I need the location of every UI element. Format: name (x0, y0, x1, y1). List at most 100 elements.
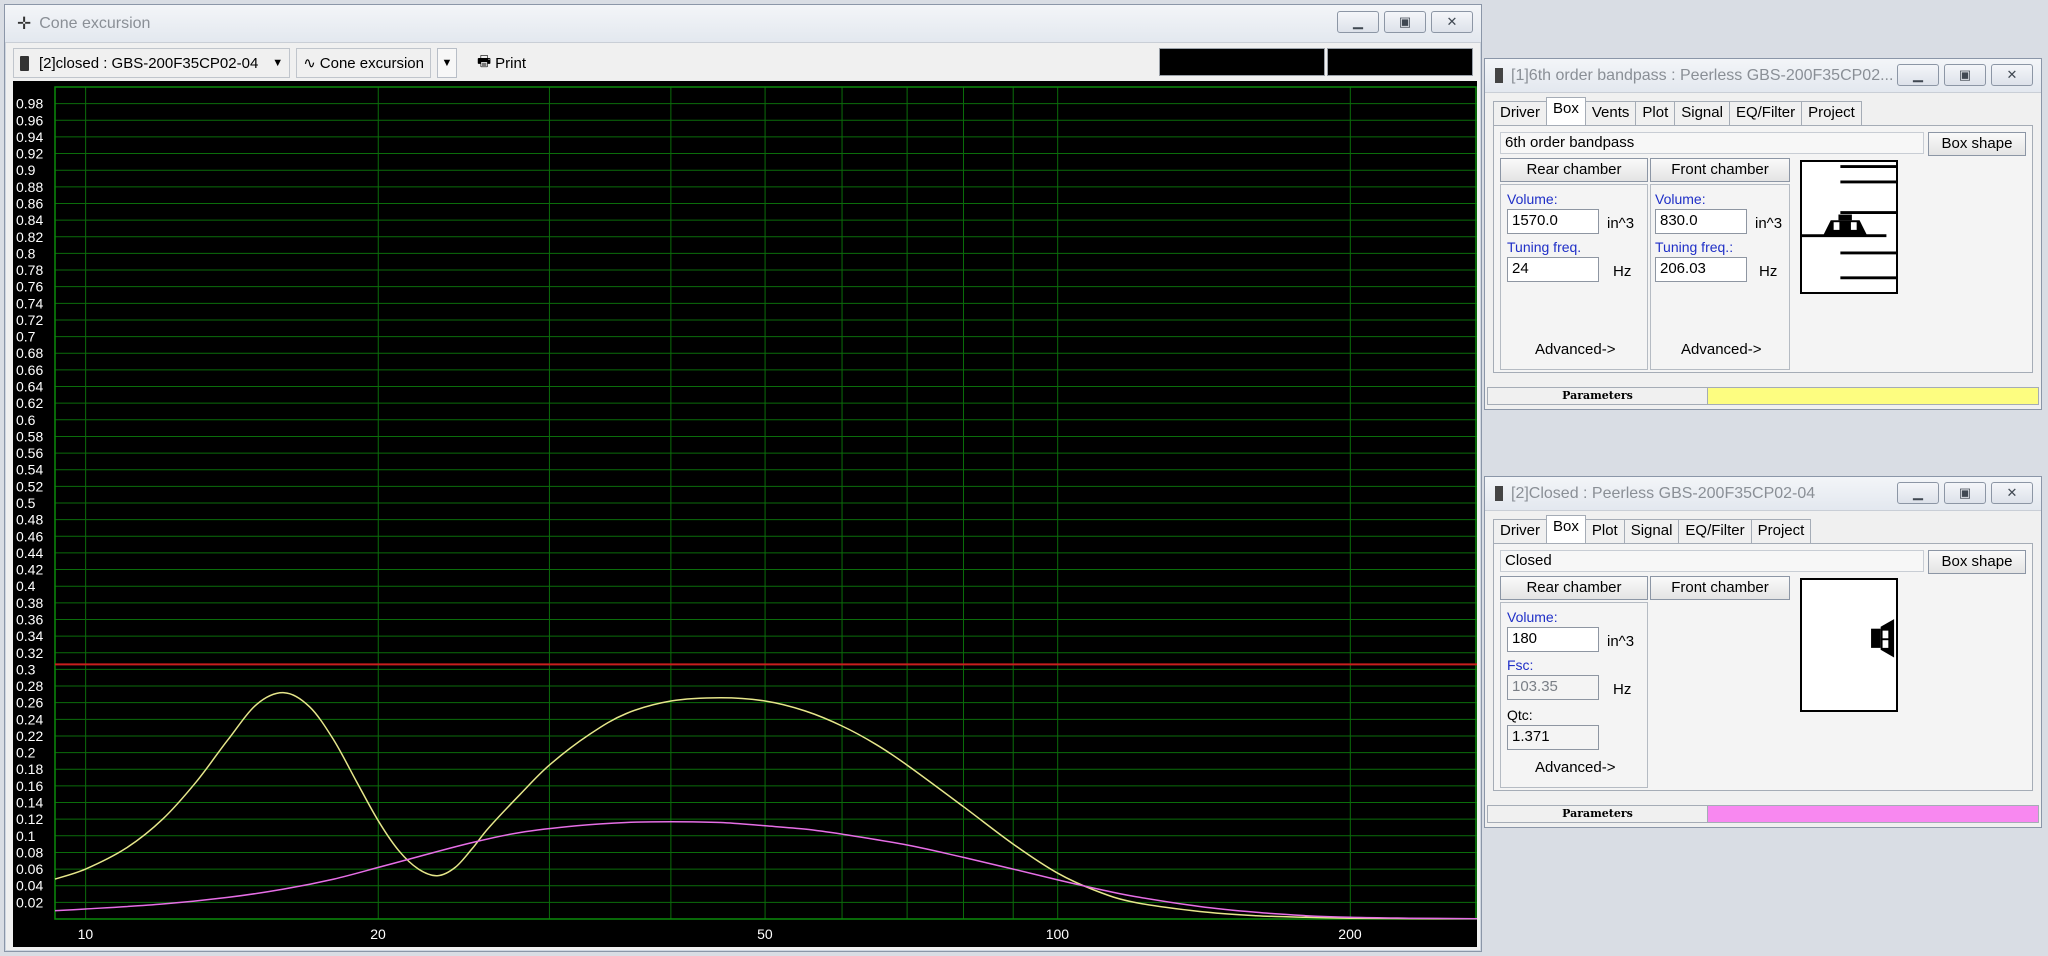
rear-volume-input[interactable]: 1570.0 (1507, 209, 1599, 234)
speaker-icon (20, 55, 29, 71)
panel1-titlebar[interactable]: [1]6th order bandpass : Peerless GBS-200… (1485, 59, 2041, 93)
bandpass-series-line (54, 691, 1478, 920)
cone-excursion-chart[interactable]: 0.980.960.940.920.90.880.860.840.820.80.… (13, 81, 1478, 947)
rear-chamber-button[interactable]: Rear chamber (1500, 158, 1648, 182)
chevron-down-icon: ▼ (272, 57, 284, 69)
y-tick-label: 0.5 (16, 495, 36, 511)
graph-dropdown-button[interactable]: ▼ (437, 48, 457, 78)
x-tick-label: 200 (1338, 926, 1362, 942)
y-tick-label: 0.38 (16, 595, 43, 611)
driver-icon (1871, 619, 1895, 658)
tab-project[interactable]: Project (1750, 519, 1812, 543)
x-tick-label: 20 (370, 926, 386, 942)
y-tick-label: 0.68 (16, 345, 43, 361)
y-tick-label: 0.18 (16, 761, 43, 777)
main-titlebar[interactable]: ✛ Cone excursion ▁ ▣ ✕ (5, 5, 1481, 43)
tab-signal[interactable]: Signal (1674, 101, 1730, 125)
tab-box[interactable]: Box (1546, 515, 1586, 543)
rear-advanced-link[interactable]: Advanced-> (1535, 341, 1615, 358)
maximize-button[interactable]: ▣ (1944, 482, 1986, 504)
front-chamber-button[interactable]: Front chamber (1650, 158, 1790, 182)
panel1-box-page: 6th order bandpass Box shape Rear chambe… (1493, 125, 2033, 373)
rear-chamber-group: Volume: 1570.0 in^3 Tuning freq. 24 Hz A… (1500, 184, 1648, 370)
y-tick-label: 0.14 (16, 795, 43, 811)
y-tick-label: 0.7 (16, 329, 36, 345)
y-tick-label: 0.56 (16, 445, 43, 461)
front-chamber-button[interactable]: Front chamber (1650, 576, 1790, 600)
y-tick-label: 0.86 (16, 195, 43, 211)
speaker-icon (1495, 486, 1503, 501)
bandpass-box-diagram (1800, 160, 1898, 294)
y-tick-label: 0.58 (16, 428, 43, 444)
panel2-tabs: Driver Box Plot Signal EQ/Filter Project (1493, 515, 1812, 543)
rear-tuning-unit: Hz (1613, 263, 1632, 280)
y-tick-label: 0.64 (16, 379, 43, 395)
y-tick-label: 0.62 (16, 395, 43, 411)
close-button[interactable]: ✕ (1431, 11, 1473, 33)
minimize-button[interactable]: ▁ (1897, 64, 1939, 86)
tab-project[interactable]: Project (1801, 101, 1862, 125)
graph-select[interactable]: ∿ Cone excursion (296, 48, 431, 78)
minimize-button[interactable]: ▁ (1337, 11, 1379, 33)
y-tick-label: 0.32 (16, 645, 43, 661)
x-tick-label: 100 (1046, 926, 1070, 942)
fsc-unit: Hz (1613, 681, 1632, 698)
y-tick-label: 0.08 (16, 844, 43, 860)
front-tuning-input[interactable]: 206.03 (1655, 257, 1747, 282)
box-type-field[interactable]: Closed (1500, 550, 1924, 572)
front-volume-input[interactable]: 830.0 (1655, 209, 1747, 234)
chart-area[interactable]: 0.98 0.96 0.94 0.92 0.9 0.88 0.86 0.84 0.82 0.8 0.… (13, 81, 1478, 947)
y-tick-label: 0.34 (16, 628, 43, 644)
tab-plot[interactable]: Plot (1635, 101, 1676, 125)
panel2-titlebar[interactable]: [2]Closed : Peerless GBS-200F35CP02-04 ▁… (1485, 477, 2041, 511)
y-tick-label: 0.2 (16, 745, 36, 761)
maximize-button[interactable]: ▣ (1384, 11, 1426, 33)
print-button[interactable]: 🖶 Print (471, 48, 532, 78)
advanced-link[interactable]: Advanced-> (1535, 759, 1615, 776)
fsc-label: Fsc: (1507, 657, 1534, 673)
front-tuning-label: Tuning freq.: (1655, 239, 1734, 255)
rear-chamber-button[interactable]: Rear chamber (1500, 576, 1648, 600)
tab-box[interactable]: Box (1546, 97, 1586, 125)
maximize-button[interactable]: ▣ (1944, 64, 1986, 86)
project-select[interactable]: [2]closed : GBS-200F35CP02-04 ▼ (13, 48, 291, 78)
panel2-statusbar: Parameters (1487, 805, 2039, 823)
front-volume-label: Volume: (1655, 191, 1706, 207)
volume-label: Volume: (1507, 609, 1558, 625)
box-type-field[interactable]: 6th order bandpass (1500, 132, 1924, 154)
panel1-statusbar: Parameters (1487, 387, 2039, 405)
graph-select-value: Cone excursion (319, 54, 424, 72)
box-shape-button[interactable]: Box shape (1928, 550, 2026, 574)
y-tick-label: 0.4 (16, 578, 36, 594)
y-tick-label: 0.94 (16, 129, 43, 145)
rear-chamber-group: Volume: 180 in^3 Fsc: 103.35 Hz Qtc: 1.3… (1500, 602, 1648, 788)
minimize-button[interactable]: ▁ (1897, 482, 1939, 504)
y-tick-label: 0.42 (16, 562, 43, 578)
y-tick-label: 0.6 (16, 412, 36, 428)
tab-eq-filter[interactable]: EQ/Filter (1728, 101, 1803, 125)
rear-tuning-input[interactable]: 24 (1507, 257, 1599, 282)
tab-driver[interactable]: Driver (1493, 101, 1547, 125)
parameters-label: Parameters (1488, 806, 1708, 822)
tab-plot[interactable]: Plot (1584, 519, 1625, 543)
rear-volume-label: Volume: (1507, 191, 1558, 207)
close-button[interactable]: ✕ (1991, 482, 2033, 504)
x-tick-label: 10 (78, 926, 94, 942)
front-advanced-link[interactable]: Advanced-> (1681, 341, 1761, 358)
panel1-tabs: Driver Box Vents Plot Signal EQ/Filter P… (1493, 97, 1862, 125)
y-tick-label: 0.44 (16, 545, 43, 561)
y-tick-label: 0.96 (16, 112, 43, 128)
tab-eq-filter[interactable]: EQ/Filter (1678, 519, 1752, 543)
y-tick-label: 0.26 (16, 695, 43, 711)
tab-vents[interactable]: Vents (1584, 101, 1637, 125)
project-select-value: [2]closed : GBS-200F35CP02-04 (39, 54, 259, 72)
cursor-readout-x (1159, 48, 1325, 76)
box-shape-button[interactable]: Box shape (1928, 132, 2026, 156)
waveform-icon: ∿ (303, 55, 316, 72)
parameters-label: Parameters (1488, 388, 1708, 404)
tab-driver[interactable]: Driver (1493, 519, 1547, 543)
close-button[interactable]: ✕ (1991, 64, 2033, 86)
y-tick-label: 0.36 (16, 611, 43, 627)
volume-input[interactable]: 180 (1507, 627, 1599, 652)
tab-signal[interactable]: Signal (1623, 519, 1680, 543)
